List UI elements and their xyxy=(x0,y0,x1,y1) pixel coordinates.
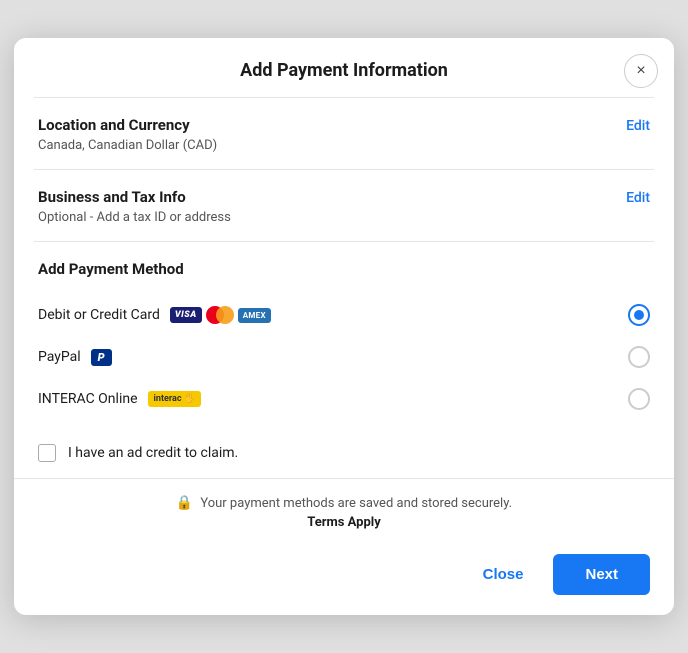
interac-label: INTERAC Online xyxy=(38,391,138,407)
business-content: Business and Tax Info Optional - Add a t… xyxy=(38,188,231,225)
interac-radio[interactable] xyxy=(628,388,650,410)
modal-close-x-button[interactable]: × xyxy=(624,54,658,88)
paypal-label: PayPal xyxy=(38,349,81,365)
terms-link[interactable]: Terms Apply xyxy=(307,515,381,530)
paypal-radio[interactable] xyxy=(628,346,650,368)
ad-credit-label: I have an ad credit to claim. xyxy=(68,445,238,461)
interac-badge: interac 🖐 xyxy=(148,391,201,407)
modal-footer: Close Next xyxy=(14,544,674,615)
location-currency-section: Location and Currency Canada, Canadian D… xyxy=(14,98,674,169)
next-button[interactable]: Next xyxy=(553,554,650,595)
location-edit-link[interactable]: Edit xyxy=(626,116,650,134)
ad-credit-row: I have an ad credit to claim. xyxy=(14,432,674,478)
card-radio[interactable] xyxy=(628,304,650,326)
payment-section-title: Add Payment Method xyxy=(38,260,650,278)
paypal-option-left: PayPal P xyxy=(38,349,112,366)
payment-option-paypal[interactable]: PayPal P xyxy=(38,336,650,378)
close-button[interactable]: Close xyxy=(467,556,540,593)
secure-section: 🔒 Your payment methods are saved and sto… xyxy=(14,478,674,544)
secure-row: 🔒 Your payment methods are saved and sto… xyxy=(176,495,512,511)
modal-title: Add Payment Information xyxy=(240,60,448,81)
lock-icon: 🔒 xyxy=(176,495,193,511)
paypal-badge: P xyxy=(91,349,112,366)
mastercard-badge xyxy=(206,306,234,324)
visa-badge: VISA xyxy=(170,307,202,323)
business-title: Business and Tax Info xyxy=(38,188,231,206)
card-radio-inner xyxy=(634,310,644,320)
business-subtitle: Optional - Add a tax ID or address xyxy=(38,210,231,225)
modal: Add Payment Information × Location and C… xyxy=(14,38,674,615)
modal-header: Add Payment Information × xyxy=(14,38,674,97)
location-subtitle: Canada, Canadian Dollar (CAD) xyxy=(38,138,217,153)
secure-message: Your payment methods are saved and store… xyxy=(200,496,512,511)
payment-method-section: Add Payment Method Debit or Credit Card … xyxy=(14,242,674,432)
location-title: Location and Currency xyxy=(38,116,217,134)
card-option-left: Debit or Credit Card VISA AMEX xyxy=(38,306,271,324)
location-content: Location and Currency Canada, Canadian D… xyxy=(38,116,217,153)
business-tax-section: Business and Tax Info Optional - Add a t… xyxy=(14,170,674,241)
interac-option-left: INTERAC Online interac 🖐 xyxy=(38,391,201,407)
payment-option-card[interactable]: Debit or Credit Card VISA AMEX xyxy=(38,294,650,336)
ad-credit-checkbox[interactable] xyxy=(38,444,56,462)
mc-circle-orange xyxy=(216,306,234,324)
amex-badge: AMEX xyxy=(238,308,271,323)
payment-option-interac[interactable]: INTERAC Online interac 🖐 xyxy=(38,378,650,420)
card-label: Debit or Credit Card xyxy=(38,307,160,323)
business-edit-link[interactable]: Edit xyxy=(626,188,650,206)
card-badges: VISA AMEX xyxy=(170,306,271,324)
